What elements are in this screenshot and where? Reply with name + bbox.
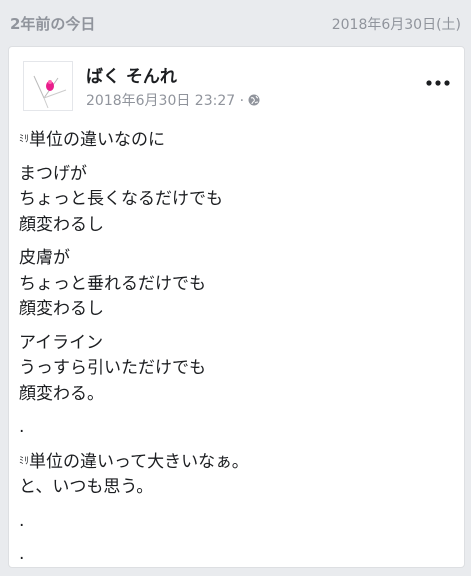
text-line: 顔変わるし — [19, 214, 104, 235]
author-name[interactable]: ばく そんれ — [86, 62, 177, 87]
text-line: 単位の違いって大きいなぁ。 — [29, 451, 249, 472]
text-line: 顔変わるし — [19, 299, 104, 319]
post-meta: 2018年6月30日 23:27 · — [86, 90, 260, 110]
memory-header: 2年前の今日 2018年6月30日(土) — [0, 0, 471, 46]
text-line: 皮膚が — [19, 248, 70, 268]
globe-icon — [248, 94, 260, 106]
text-line: 顔変わる。 — [19, 383, 104, 404]
small-prefix: ﾐﾘ — [19, 455, 29, 467]
paragraph-3: 皮膚が ちょっと垂れるだけでも 顔変わるし — [19, 246, 449, 323]
text-line: まつげが — [19, 163, 87, 184]
memory-label: 2年前の今日 — [10, 15, 96, 33]
post-card: ばく そんれ 2018年6月30日 23:27 · ﾐﾘ単位の違いなのに まつげ… — [8, 46, 465, 568]
post-body: ﾐﾘ単位の違いなのに まつげが ちょっと長くなるだけでも 顔変わるし 皮膚が ち… — [19, 127, 449, 576]
memory-date: 2018年6月30日(土) — [331, 17, 461, 33]
avatar[interactable] — [23, 61, 73, 111]
paragraph-7: . — [19, 509, 449, 535]
text-line: . — [19, 417, 25, 437]
text-line: と、いつも思う。 — [19, 477, 154, 497]
text-line: うっすら引いただけでも — [19, 358, 206, 378]
paragraph-4: アイライン うっすら引いただけでも 顔変わる。 — [19, 331, 449, 408]
text-line: . — [19, 544, 25, 564]
paragraph-5: . — [19, 415, 449, 441]
avatar-icon — [33, 75, 67, 109]
more-horizontal-icon — [426, 80, 450, 86]
text-line: ちょっと長くなるだけでも — [19, 189, 223, 209]
paragraph-1: ﾐﾘ単位の違いなのに — [19, 127, 449, 154]
small-prefix: ﾐﾘ — [19, 134, 29, 145]
paragraph-6: ﾐﾘ単位の違いって大きいなぁ。 と、いつも思う。 — [19, 449, 449, 501]
paragraph-8: . — [19, 542, 449, 568]
text-line: アイライン — [19, 332, 104, 353]
more-options-button[interactable] — [420, 69, 456, 97]
post-timestamp[interactable]: 2018年6月30日 23:27 · — [86, 90, 244, 110]
text-line: ちょっと垂れるだけでも — [19, 273, 206, 294]
text-line: 単位の違いなのに — [29, 130, 165, 150]
text-line: . — [19, 510, 25, 531]
paragraph-2: まつげが ちょっと長くなるだけでも 顔変わるし — [19, 162, 449, 239]
